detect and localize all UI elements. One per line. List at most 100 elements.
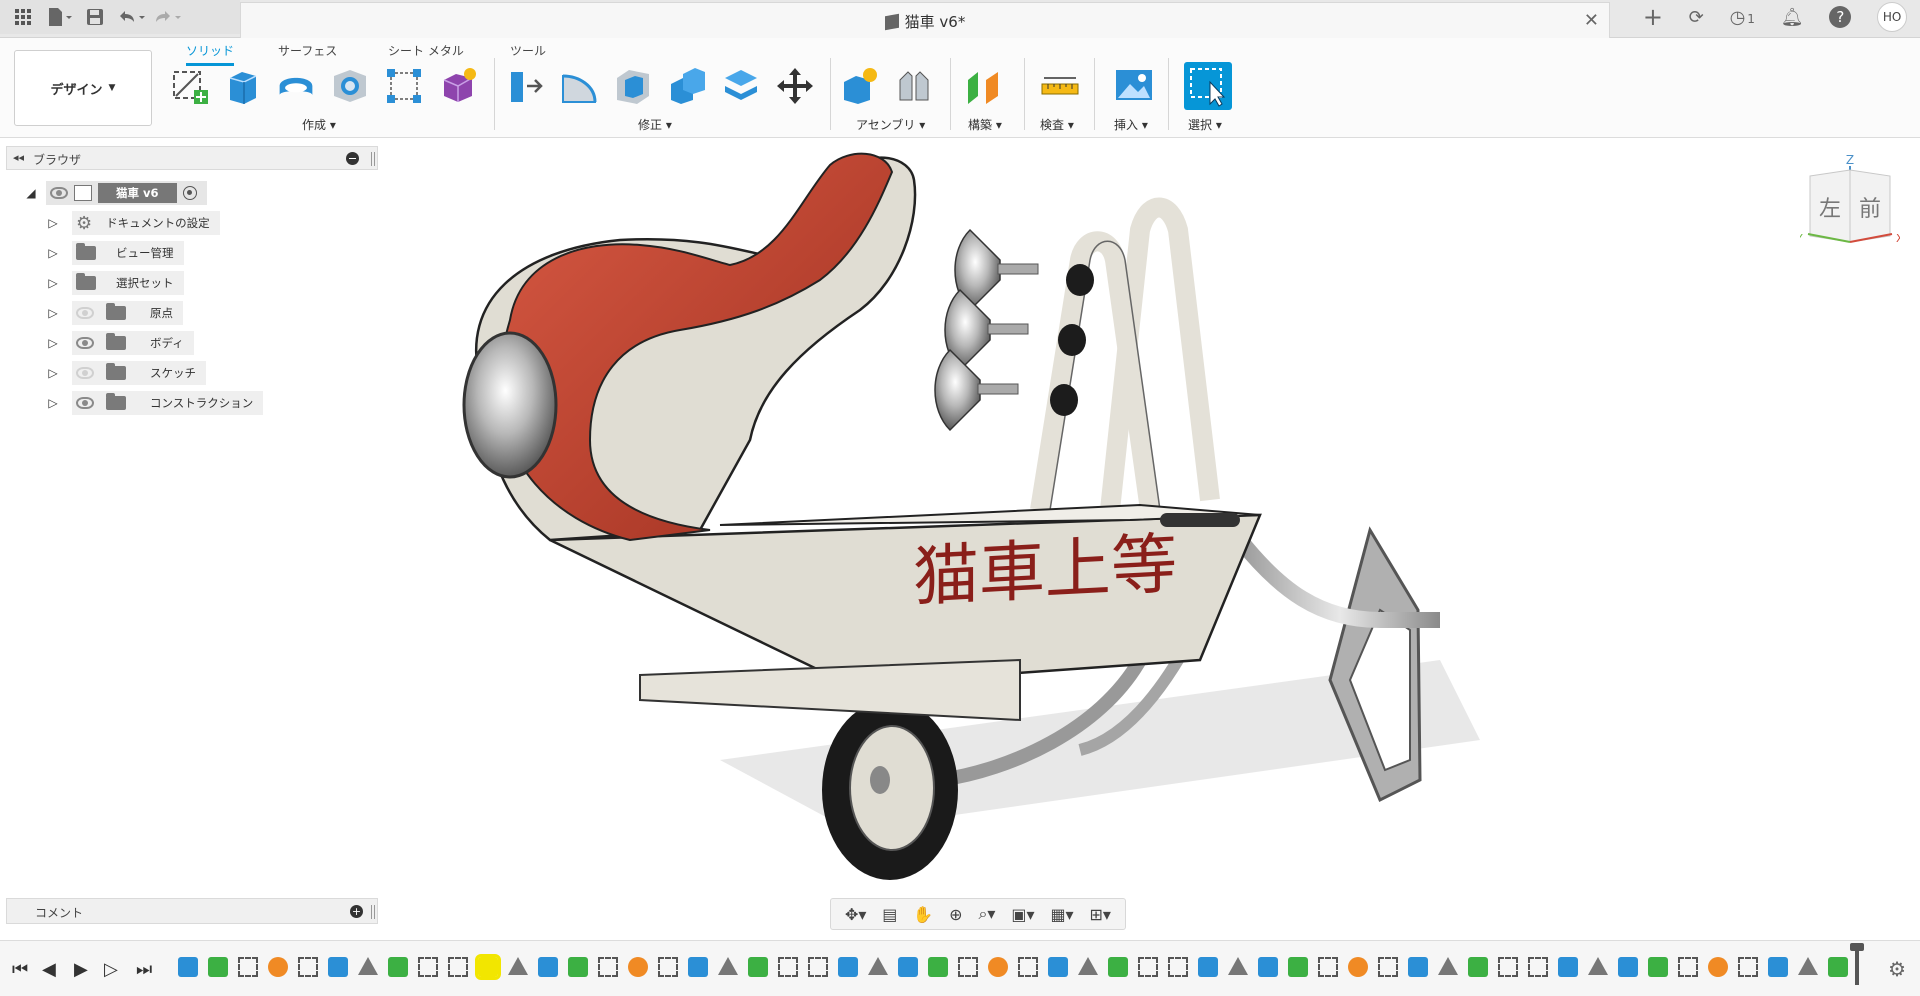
timeline-feature-body-icon[interactable] xyxy=(1618,957,1638,977)
add-comment-icon[interactable]: + xyxy=(350,905,363,918)
revolve-button[interactable] xyxy=(276,66,316,106)
timeline-feature-plane-icon[interactable] xyxy=(388,957,408,977)
timeline-feature-sketch-icon[interactable] xyxy=(1738,957,1758,977)
expand-triangle-icon[interactable]: ▷ xyxy=(46,306,60,320)
timeline-feature-body-icon[interactable] xyxy=(178,957,198,977)
hole-button[interactable] xyxy=(330,66,370,106)
view-cube-front-face[interactable]: 前 xyxy=(1859,197,1881,222)
timeline-feature-sketch-icon[interactable] xyxy=(1378,957,1398,977)
eye-icon[interactable] xyxy=(50,187,68,199)
select-button[interactable] xyxy=(1184,62,1232,110)
view-cube-left-face[interactable]: 左 xyxy=(1819,197,1841,222)
expand-triangle-icon[interactable]: ▷ xyxy=(46,216,60,230)
data-panel-icon[interactable]: ⟳ xyxy=(1689,7,1704,28)
timeline-feature-mirror-icon[interactable] xyxy=(718,957,738,975)
extrude-button[interactable] xyxy=(222,66,262,106)
timeline-feature-form-icon[interactable] xyxy=(1708,957,1728,977)
timeline-feature-form-icon[interactable] xyxy=(628,957,648,977)
timeline-feature-sketch-icon[interactable] xyxy=(238,957,258,977)
timeline-feature-sketch-icon[interactable] xyxy=(1318,957,1338,977)
timeline-feature-sketch-icon[interactable] xyxy=(598,957,618,977)
timeline-feature-mirror-icon[interactable] xyxy=(1588,957,1608,975)
notifications-icon[interactable]: 🔔︎ xyxy=(1781,7,1804,28)
timeline-feature-sketch-icon[interactable] xyxy=(808,957,828,977)
timeline-feature-form-icon[interactable] xyxy=(988,957,1008,977)
view-cube[interactable]: Z 左 前 X Y xyxy=(1795,150,1904,250)
timeline-feature-plane-icon[interactable] xyxy=(1288,957,1308,977)
eye-icon[interactable] xyxy=(76,397,94,409)
timeline-feature-sketch-icon[interactable] xyxy=(1168,957,1188,977)
timeline-feature-mirror-icon[interactable] xyxy=(1438,957,1458,975)
select-group-label[interactable]: 選択 ▾ xyxy=(1188,116,1222,133)
step-forward-icon[interactable]: ▷ xyxy=(104,959,118,980)
timeline-feature-plane-icon[interactable] xyxy=(1108,957,1128,977)
timeline-feature-plane-icon[interactable] xyxy=(208,957,228,977)
pan-icon[interactable]: ✋ xyxy=(913,905,933,924)
timeline-feature-sketch-icon[interactable] xyxy=(778,957,798,977)
construct-group-label[interactable]: 構築 ▾ xyxy=(968,116,1002,133)
tab-solid[interactable]: ソリッド xyxy=(186,42,235,66)
create-group-label[interactable]: 作成 ▾ xyxy=(302,116,336,133)
tab-sheet-metal[interactable]: シート メタル xyxy=(388,42,464,59)
move-copy-button[interactable] xyxy=(775,66,815,106)
panel-resize-handle[interactable] xyxy=(371,152,375,166)
timeline-feature-combine-icon[interactable] xyxy=(688,957,708,977)
look-at-icon[interactable]: ▤ xyxy=(882,905,897,924)
timeline-feature-plane-icon[interactable] xyxy=(748,957,768,977)
modify-group-label[interactable]: 修正 ▾ xyxy=(638,116,672,133)
zoom-icon[interactable]: ⊕ xyxy=(949,905,962,924)
expand-triangle-icon[interactable]: ▷ xyxy=(46,276,60,290)
tree-item-document-settings[interactable]: ▷ ⚙ ドキュメントの設定 xyxy=(46,210,220,236)
user-avatar[interactable]: HO xyxy=(1877,2,1908,32)
tree-item-bodies[interactable]: ▷ ボディ xyxy=(46,330,194,356)
joint-button[interactable] xyxy=(894,66,934,106)
split-face-button[interactable] xyxy=(721,66,761,106)
go-to-end-icon[interactable]: ⏭ xyxy=(136,959,152,980)
timeline-feature-body-icon[interactable] xyxy=(898,957,918,977)
timeline-feature-form-icon[interactable] xyxy=(1348,957,1368,977)
expand-triangle-icon[interactable]: ▷ xyxy=(46,396,60,410)
expand-triangle-icon[interactable]: ▷ xyxy=(46,246,60,260)
timeline-feature-mirror-icon[interactable] xyxy=(508,957,528,975)
timeline-feature-sketch-icon[interactable] xyxy=(1528,957,1548,977)
timeline-feature-mirror-icon[interactable] xyxy=(868,957,888,975)
eye-icon[interactable] xyxy=(76,337,94,349)
eye-hidden-icon[interactable] xyxy=(76,367,94,379)
help-icon[interactable]: ? xyxy=(1829,6,1852,28)
grid-settings-icon[interactable]: ▦▾ xyxy=(1050,905,1073,924)
measure-button[interactable] xyxy=(1040,66,1080,106)
orbit-icon[interactable]: ✥▾ xyxy=(845,905,866,924)
timeline-feature-sketch-icon[interactable] xyxy=(448,957,468,977)
document-tab[interactable]: 猫車 v6* ✕ xyxy=(240,2,1610,38)
timeline-feature-mirror-icon[interactable] xyxy=(1078,957,1098,975)
app-grid-icon[interactable] xyxy=(8,3,38,31)
timeline-feature-mirror-icon[interactable] xyxy=(358,957,378,975)
create-sketch-button[interactable] xyxy=(170,66,210,106)
play-icon[interactable]: ▶ xyxy=(74,959,88,980)
viewports-icon[interactable]: ⊞▾ xyxy=(1090,905,1111,924)
timeline-feature-body-icon[interactable] xyxy=(1258,957,1278,977)
timeline-feature-sketch-icon[interactable] xyxy=(1138,957,1158,977)
tree-item-view-management[interactable]: ▷ ビュー管理 xyxy=(46,240,184,266)
timeline-feature-mirror-icon[interactable] xyxy=(1798,957,1818,975)
timeline-settings-icon[interactable]: ⚙ xyxy=(1888,957,1906,981)
tree-item-origin[interactable]: ▷ 原点 xyxy=(46,300,183,326)
collapse-panel-icon[interactable]: ◂◂ xyxy=(13,151,24,164)
timeline-feature-combine-icon[interactable] xyxy=(1768,957,1788,977)
minimize-browser-icon[interactable] xyxy=(346,152,359,165)
new-component-button[interactable] xyxy=(840,66,880,106)
timeline-feature-extrude-icon[interactable] xyxy=(1558,957,1578,977)
timeline-feature-sketch-icon[interactable] xyxy=(1498,957,1518,977)
insert-canvas-button[interactable] xyxy=(1114,66,1154,106)
expand-triangle-icon[interactable]: ▷ xyxy=(46,366,60,380)
timeline-feature-mirror-icon[interactable] xyxy=(1228,957,1248,975)
timeline-feature-plane-icon[interactable] xyxy=(1828,957,1848,977)
timeline-feature-plane-icon[interactable] xyxy=(1648,957,1668,977)
timeline-feature-form-icon[interactable] xyxy=(268,957,288,977)
create-form-button[interactable] xyxy=(438,66,478,106)
undo-icon[interactable] xyxy=(116,3,146,31)
tree-item-selection-sets[interactable]: ▷ 選択セット xyxy=(46,270,184,296)
timeline-feature-plane-icon[interactable] xyxy=(1468,957,1488,977)
3d-viewport[interactable]: 猫車上等 xyxy=(380,140,1920,898)
timeline-feature-sketch-icon[interactable] xyxy=(958,957,978,977)
